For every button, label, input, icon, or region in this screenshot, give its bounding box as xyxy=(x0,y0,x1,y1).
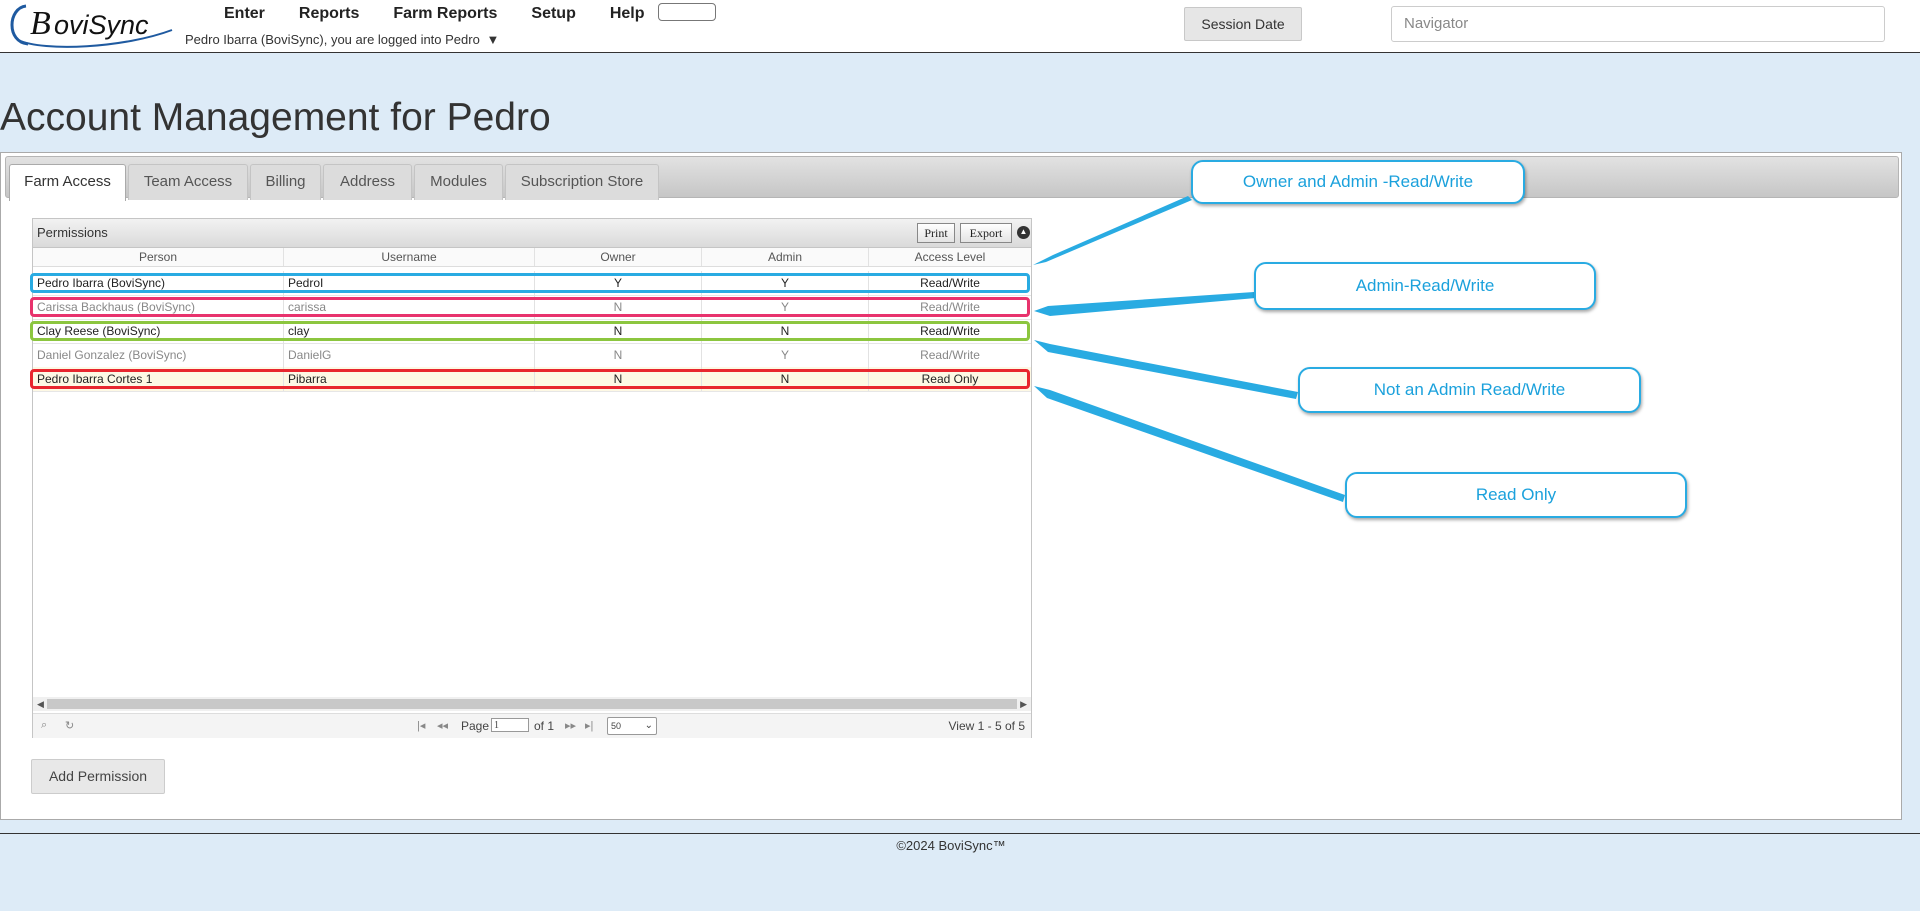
tab-team-access[interactable]: Team Access xyxy=(128,164,248,200)
grid-pager: ⌕ ↻ |◂ ◂◂ Page 1 of 1 ▸▸ ▸| 50 ⌄ View 1 … xyxy=(33,713,1031,738)
top-navbar: B oviSync Enter Reports Farm Reports Set… xyxy=(0,0,1920,53)
menu-enter[interactable]: Enter xyxy=(207,4,282,24)
grid-header-row: Person Username Owner Admin Access Level xyxy=(33,248,1031,267)
cell-person: Carissa Backhaus (BoviSync) xyxy=(33,295,284,319)
menu-reports[interactable]: Reports xyxy=(282,4,376,24)
menu-help[interactable]: Help xyxy=(593,4,662,24)
permissions-grid: Permissions Print Export ▲ Person Userna… xyxy=(30,218,1032,738)
session-date-button[interactable]: Session Date xyxy=(1184,7,1302,41)
navigator-input[interactable]: Navigator xyxy=(1391,6,1885,42)
cell-admin: Y xyxy=(702,271,869,295)
page-label: Page xyxy=(461,719,490,733)
cell-owner: N xyxy=(535,295,702,319)
cell-username: clay xyxy=(284,319,535,343)
cell-username: carissa xyxy=(284,295,535,319)
cell-username: Pibarra xyxy=(284,367,535,391)
cell-person: Daniel Gonzalez (BoviSync) xyxy=(33,343,284,367)
first-page-icon[interactable]: |◂ xyxy=(417,719,425,732)
scrollbar-thumb[interactable] xyxy=(47,699,1017,709)
horizontal-scrollbar[interactable]: ◀ ▶ xyxy=(33,697,1031,711)
grid-title: Permissions xyxy=(37,225,108,240)
print-button[interactable]: Print xyxy=(917,223,955,243)
footer-copyright: ©2024 BoviSync™ xyxy=(896,838,1006,853)
col-header-access-level[interactable]: Access Level xyxy=(869,248,1031,266)
table-row[interactable]: Carissa Backhaus (BoviSync) carissa N Y … xyxy=(33,295,1031,320)
tab-modules[interactable]: Modules xyxy=(414,164,503,200)
table-row[interactable]: Pedro Ibarra (BoviSync) PedroI Y Y Read/… xyxy=(33,271,1031,296)
col-header-admin[interactable]: Admin xyxy=(702,248,869,266)
tab-bar: Farm Access Team Access Billing Address … xyxy=(5,156,1899,201)
tab-billing[interactable]: Billing xyxy=(250,164,321,200)
view-count: View 1 - 5 of 5 xyxy=(948,719,1026,733)
add-permission-button[interactable]: Add Permission xyxy=(31,759,165,794)
table-row[interactable]: Pedro Ibarra Cortes 1 Pibarra N N Read O… xyxy=(33,367,1031,392)
search-icon[interactable]: ⌕ xyxy=(41,719,47,732)
cell-username: DanielG xyxy=(284,343,535,367)
grid-caption: Permissions Print Export ▲ xyxy=(33,219,1031,248)
cell-admin: N xyxy=(702,367,869,391)
cell-access-level: Read Only xyxy=(921,372,979,386)
chevron-down-icon: ⌄ xyxy=(644,720,653,731)
table-row[interactable]: Clay Reese (BoviSync) clay N N Read/Writ… xyxy=(33,319,1031,344)
menu-setup[interactable]: Setup xyxy=(514,4,592,24)
cell-owner: N xyxy=(535,343,702,367)
menu-farm-reports[interactable]: Farm Reports xyxy=(376,4,514,24)
logo-text: B xyxy=(30,5,51,42)
export-button[interactable]: Export xyxy=(960,223,1012,243)
collapse-icon[interactable]: ▲ xyxy=(1017,226,1030,239)
cell-admin: Y xyxy=(702,343,869,367)
prev-page-icon[interactable]: ◂◂ xyxy=(437,719,448,732)
scroll-right-icon[interactable]: ▶ xyxy=(1020,697,1027,711)
rows-per-page-value: 50 xyxy=(611,721,622,731)
col-header-username[interactable]: Username xyxy=(284,248,535,266)
cell-person: Pedro Ibarra Cortes 1 xyxy=(33,367,284,391)
cell-person: Clay Reese (BoviSync) xyxy=(33,319,284,343)
cell-access-level: Read/Write xyxy=(920,348,980,362)
login-text: Pedro Ibarra (BoviSync), you are logged … xyxy=(185,32,480,47)
cell-access-level: Read/Write xyxy=(920,300,980,314)
callout-admin: Admin-Read/Write xyxy=(1254,262,1596,310)
callout-owner-admin: Owner and Admin -Read/Write xyxy=(1191,160,1525,204)
footer-divider xyxy=(0,833,1920,834)
caret-down-icon[interactable]: ▼ xyxy=(486,32,499,47)
cell-owner: Y xyxy=(535,271,702,295)
tab-farm-access[interactable]: Farm Access xyxy=(9,164,126,201)
cell-person: Pedro Ibarra (BoviSync) xyxy=(33,271,284,295)
col-header-owner[interactable]: Owner xyxy=(535,248,702,266)
cell-access-level: Read/Write xyxy=(920,276,980,290)
main-menu: Enter Reports Farm Reports Setup Help xyxy=(207,4,662,24)
cell-admin: Y xyxy=(702,295,869,319)
svg-text:oviSync: oviSync xyxy=(54,10,149,40)
rows-per-page-select[interactable]: 50 ⌄ xyxy=(607,717,657,735)
cell-username: PedroI xyxy=(284,271,535,295)
scroll-left-icon[interactable]: ◀ xyxy=(37,697,44,711)
cell-owner: N xyxy=(535,367,702,391)
next-page-icon[interactable]: ▸▸ xyxy=(565,719,576,732)
cell-access-level: Read/Write xyxy=(920,324,980,338)
cell-owner: N xyxy=(535,319,702,343)
tab-subscription-store[interactable]: Subscription Store xyxy=(505,164,659,200)
refresh-icon[interactable]: ↻ xyxy=(65,719,74,732)
page-number-input[interactable]: 1 xyxy=(491,718,529,732)
last-page-icon[interactable]: ▸| xyxy=(585,719,593,732)
table-row[interactable]: Daniel Gonzalez (BoviSync) DanielG N Y R… xyxy=(33,343,1031,368)
col-header-person[interactable]: Person xyxy=(33,248,284,266)
menu-blank-button[interactable] xyxy=(658,3,716,21)
cell-admin: N xyxy=(702,319,869,343)
callout-not-admin: Not an Admin Read/Write xyxy=(1298,367,1641,413)
callout-read-only: Read Only xyxy=(1345,472,1687,518)
page-title: Account Management for Pedro xyxy=(0,96,551,139)
bovisync-logo[interactable]: B oviSync xyxy=(4,0,176,50)
login-status[interactable]: Pedro Ibarra (BoviSync), you are logged … xyxy=(185,32,499,47)
page-count: of 1 xyxy=(534,719,555,733)
tab-address[interactable]: Address xyxy=(323,164,412,200)
